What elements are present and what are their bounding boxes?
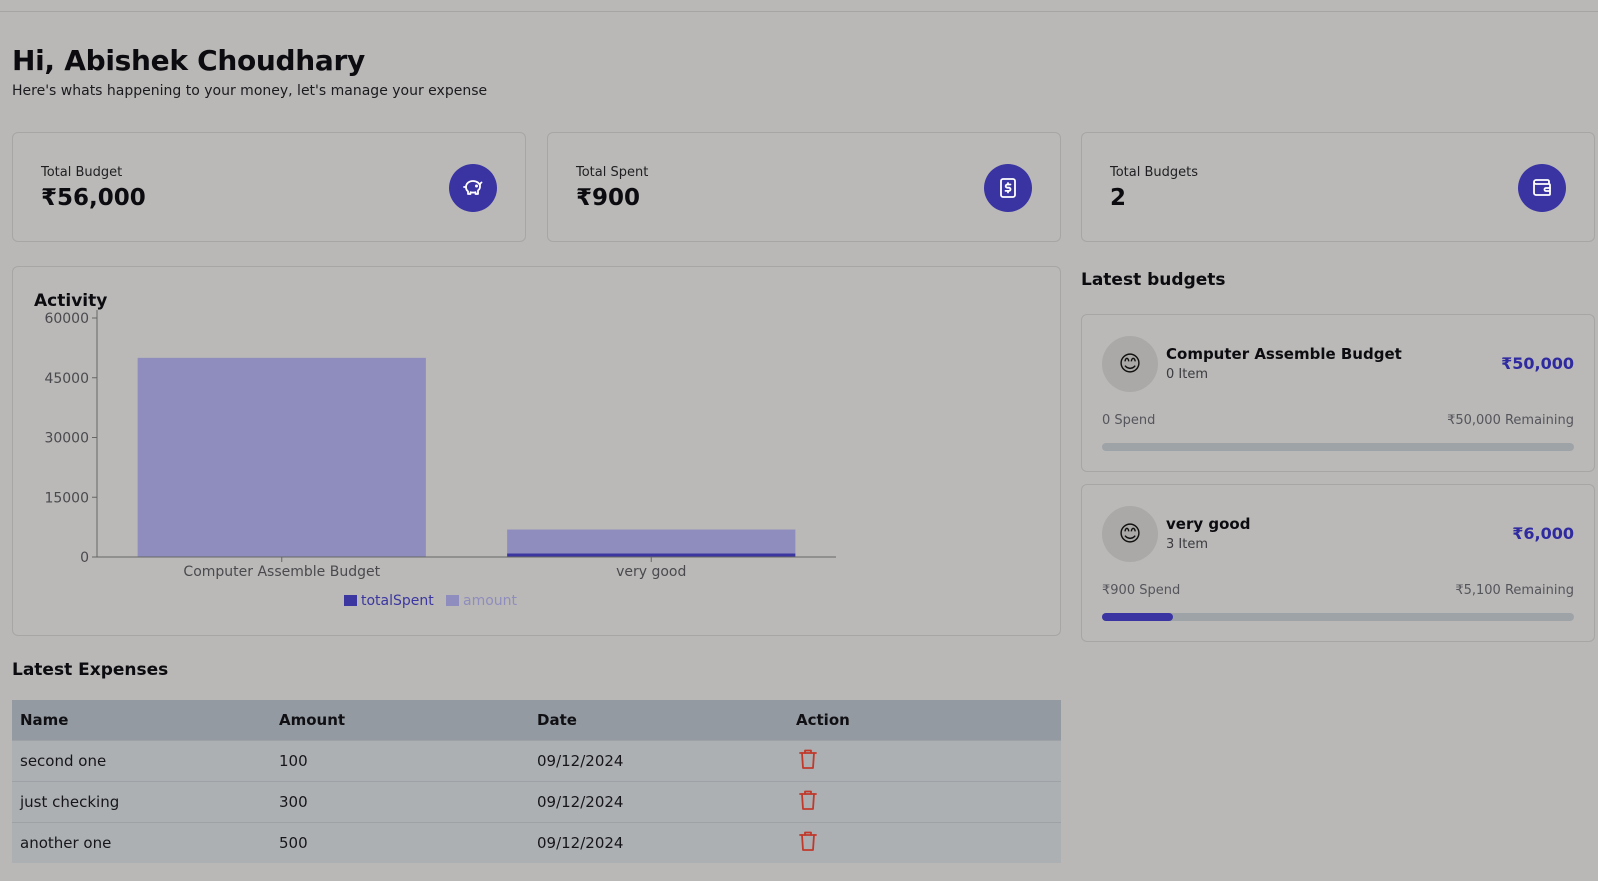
y-tick-label: 45000	[44, 371, 89, 387]
budget-amount: ₹50,000	[1501, 354, 1574, 373]
budget-item-count: 0 Item	[1166, 367, 1208, 382]
expense-date: 09/12/2024	[529, 739, 788, 781]
expenses-table: Name Amount Date Action second one 100 0…	[12, 700, 1061, 863]
page-subtitle: Here's whats happening to your money, le…	[12, 83, 488, 99]
trash-icon[interactable]	[796, 747, 820, 771]
total-budget-card: Total Budget ₹56,000	[12, 132, 526, 242]
greeting-section: Hi, Abishek Choudhary Here's whats happe…	[12, 44, 487, 99]
budget-name: Computer Assemble Budget	[1166, 345, 1402, 363]
latest-budgets-title: Latest budgets	[1081, 270, 1226, 290]
total-spent-label: Total Spent	[576, 165, 649, 180]
expense-date: 09/12/2024	[529, 780, 788, 822]
table-header-row: Name Amount Date Action	[12, 700, 1061, 740]
budget-name: very good	[1166, 515, 1251, 533]
budget-spend: 0 Spend	[1102, 413, 1156, 428]
activity-chart-card: Activity Computer Assemble Budget very go…	[12, 266, 1061, 636]
budget-amount: ₹6,000	[1512, 524, 1574, 543]
budget-card[interactable]: 😊 very good 3 Item ₹6,000 ₹900 Spend ₹5,…	[1081, 484, 1595, 642]
page-title: Hi, Abishek Choudhary	[12, 44, 365, 77]
receipt-dollar-icon	[984, 164, 1032, 212]
table-row: another one 500 09/12/2024	[12, 821, 1061, 863]
budget-progress-track	[1102, 613, 1574, 621]
x-tick-label: Computer Assemble Budget	[183, 564, 380, 580]
total-spent-value: ₹900	[576, 185, 641, 211]
y-tick-label: 15000	[44, 490, 89, 506]
column-header-name: Name	[12, 700, 271, 740]
column-header-amount: Amount	[271, 700, 529, 740]
expense-amount: 500	[271, 821, 529, 863]
wallet-icon	[1518, 164, 1566, 212]
top-header-bar	[0, 0, 1598, 12]
table-row: just checking 300 09/12/2024	[12, 780, 1061, 822]
total-budgets-value: 2	[1110, 185, 1127, 211]
smile-emoji-icon: 😊	[1102, 506, 1158, 562]
legend-label-totalSpent: totalSpent	[361, 593, 434, 609]
trash-icon[interactable]	[796, 788, 820, 812]
budget-progress-track	[1102, 443, 1574, 451]
total-budget-label: Total Budget	[41, 165, 123, 180]
column-header-date: Date	[529, 700, 788, 740]
bar-amount-1	[507, 529, 796, 554]
budget-remaining: ₹50,000 Remaining	[1447, 413, 1574, 428]
total-budgets-card: Total Budgets 2	[1081, 132, 1595, 242]
total-spent-card: Total Spent ₹900	[547, 132, 1061, 242]
bar-totalSpent-1	[507, 553, 796, 557]
trash-icon[interactable]	[796, 829, 820, 853]
y-tick-label: 60000	[44, 311, 89, 327]
budget-card[interactable]: 😊 Computer Assemble Budget 0 Item ₹50,00…	[1081, 314, 1595, 472]
budget-item-count: 3 Item	[1166, 537, 1208, 552]
total-budgets-label: Total Budgets	[1110, 165, 1199, 180]
piggy-bank-icon	[449, 164, 497, 212]
expense-name: another one	[12, 821, 271, 863]
legend-label-amount: amount	[463, 593, 518, 609]
activity-bar-chart: Computer Assemble Budget very good 0 15000 3…	[44, 310, 836, 609]
expense-amount: 300	[271, 780, 529, 822]
budget-remaining: ₹5,100 Remaining	[1455, 583, 1574, 598]
y-tick-label: 0	[80, 550, 89, 566]
expense-amount: 100	[271, 739, 529, 781]
budget-spend: ₹900 Spend	[1102, 583, 1181, 598]
expense-name: just checking	[12, 780, 271, 822]
expense-date: 09/12/2024	[529, 821, 788, 863]
bar-amount-0	[137, 357, 426, 557]
expense-name: second one	[12, 739, 271, 781]
latest-expenses-title: Latest Expenses	[12, 660, 169, 680]
y-tick-label: 30000	[44, 431, 89, 447]
budget-progress-fill	[1102, 613, 1173, 621]
legend-swatch-amount	[446, 595, 459, 606]
legend-swatch-totalSpent	[344, 595, 357, 606]
total-budget-value: ₹56,000	[41, 185, 146, 211]
table-row: second one 100 09/12/2024	[12, 739, 1061, 781]
smile-emoji-icon: 😊	[1102, 336, 1158, 392]
x-tick-label: very good	[616, 564, 686, 580]
column-header-action: Action	[788, 700, 1061, 740]
